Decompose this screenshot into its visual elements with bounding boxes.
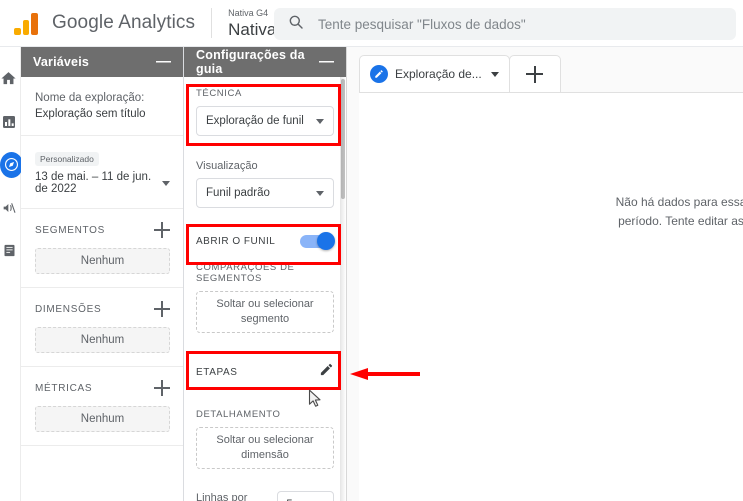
chevron-down-icon bbox=[316, 118, 324, 124]
report-canvas: Não há dados para essa co período. Tente… bbox=[359, 92, 743, 501]
tab-settings-header: Configurações da guia — bbox=[184, 47, 346, 77]
pencil-circle-icon bbox=[370, 65, 388, 83]
chevron-down-icon bbox=[316, 190, 324, 196]
google-analytics-logo-icon bbox=[14, 11, 40, 35]
variables-panel-header: Variáveis — bbox=[21, 47, 183, 77]
dimensions-section: DIMENSÕES Nenhum bbox=[21, 288, 183, 367]
sidebar-item-reports[interactable] bbox=[0, 100, 20, 143]
chevron-down-icon bbox=[162, 180, 170, 186]
tab-settings-panel: Configurações da guia — TÉCNICA Exploraç… bbox=[184, 47, 347, 501]
no-data-line-1: Não há dados para essa co bbox=[615, 195, 743, 209]
advertising-icon bbox=[1, 200, 17, 216]
reports-icon bbox=[1, 114, 17, 130]
tab-settings-title: Configurações da guia bbox=[196, 48, 305, 76]
minimize-variables-button[interactable]: — bbox=[156, 54, 171, 69]
segments-section: SEGMENTOS Nenhum bbox=[21, 209, 183, 288]
tab-settings-body: TÉCNICA Exploração de funil Visualização… bbox=[184, 77, 346, 501]
visualization-value: Funil padrão bbox=[206, 187, 270, 199]
technique-value: Exploração de funil bbox=[206, 115, 304, 127]
add-segment-button[interactable] bbox=[154, 222, 170, 238]
left-nav-rail bbox=[0, 47, 23, 501]
breakdown-section: DETALHAMENTO Soltar ou selecionar dimens… bbox=[184, 397, 346, 479]
rows-per-dimension-label: Linhas por dimensão bbox=[196, 492, 248, 501]
google-analytics-exploration-screen: Google Analytics Nativa G4 Nativa G4 Ten… bbox=[0, 0, 743, 501]
open-funnel-section: ABRIR O FUNIL bbox=[184, 218, 346, 254]
technique-label: TÉCNICA bbox=[196, 88, 242, 99]
exploration-name-value: Exploração sem título bbox=[35, 108, 146, 120]
search-placeholder: Tente pesquisar "Fluxos de dados" bbox=[318, 16, 526, 32]
variables-panel-body: Nome da exploração: Exploração sem títul… bbox=[21, 77, 183, 501]
tab-exploration[interactable]: Exploração de... bbox=[359, 55, 510, 92]
minimize-settings-button[interactable]: — bbox=[319, 54, 334, 69]
add-metric-button[interactable] bbox=[154, 380, 170, 396]
exploration-name-label: Nome da exploração: bbox=[35, 92, 145, 104]
segment-dropzone[interactable]: Soltar ou selecionar segmento bbox=[196, 291, 334, 333]
no-data-line-2: período. Tente editar as va bbox=[618, 214, 743, 228]
open-funnel-toggle[interactable] bbox=[300, 232, 335, 250]
steps-label: ETAPAS bbox=[196, 366, 238, 378]
segment-comparisons-section: COMPARAÇÕES DE SEGMENTOS Soltar ou selec… bbox=[184, 254, 346, 343]
chevron-down-icon[interactable] bbox=[490, 71, 499, 77]
date-range-block[interactable]: Personalizado 13 de mai. – 11 de jun. de… bbox=[21, 136, 183, 209]
brand-title: Google Analytics bbox=[52, 12, 196, 33]
library-icon bbox=[2, 243, 17, 258]
no-data-message: Não há dados para essa co período. Tente… bbox=[544, 193, 743, 231]
pencil-icon[interactable] bbox=[319, 362, 334, 382]
rows-per-dimension-select[interactable]: 5 bbox=[277, 491, 334, 501]
breakdown-label: DETALHAMENTO bbox=[196, 409, 281, 420]
sidebar-item-advertising[interactable] bbox=[0, 186, 20, 229]
sidebar-item-explore[interactable] bbox=[0, 143, 23, 186]
date-range-badge: Personalizado bbox=[35, 152, 99, 166]
exploration-name-block[interactable]: Nome da exploração: Exploração sem títul… bbox=[21, 77, 183, 136]
variables-panel-title: Variáveis bbox=[33, 55, 90, 69]
tab-strip: Exploração de... bbox=[347, 47, 743, 92]
search-bar[interactable]: Tente pesquisar "Fluxos de dados" bbox=[274, 8, 736, 40]
add-tab-button[interactable] bbox=[508, 55, 561, 92]
metrics-empty[interactable]: Nenhum bbox=[35, 406, 170, 432]
mouse-pointer-icon bbox=[308, 389, 321, 407]
metrics-title: MÉTRICAS bbox=[35, 382, 93, 394]
panel-edge-shadow bbox=[340, 77, 346, 501]
explore-icon bbox=[0, 151, 23, 178]
segments-title: SEGMENTOS bbox=[35, 224, 106, 236]
red-arrow-icon bbox=[350, 368, 420, 380]
dimensions-empty[interactable]: Nenhum bbox=[35, 327, 170, 353]
date-range-value: 13 de mai. – 11 de jun. de 2022 bbox=[35, 171, 152, 195]
breakdown-dropzone[interactable]: Soltar ou selecionar dimensão bbox=[196, 427, 334, 469]
toggle-knob bbox=[317, 232, 335, 250]
rows-per-dimension-section: Linhas por dimensão 5 bbox=[184, 479, 346, 501]
segments-empty[interactable]: Nenhum bbox=[35, 248, 170, 274]
technique-section: TÉCNICA Exploração de funil bbox=[184, 77, 346, 146]
open-funnel-label: ABRIR O FUNIL bbox=[196, 235, 276, 247]
visualization-section: Visualização Funil padrão bbox=[184, 146, 346, 218]
top-bar: Google Analytics Nativa G4 Nativa G4 Ten… bbox=[0, 0, 743, 47]
sidebar-item-home[interactable] bbox=[0, 57, 20, 100]
technique-select[interactable]: Exploração de funil bbox=[196, 106, 334, 136]
visualization-select[interactable]: Funil padrão bbox=[196, 178, 334, 208]
main-canvas: Exploração de... Não há dados para essa … bbox=[347, 47, 743, 501]
tab-label: Exploração de... bbox=[395, 67, 482, 81]
search-icon bbox=[288, 14, 304, 35]
dimensions-title: DIMENSÕES bbox=[35, 303, 102, 315]
date-range-value-row[interactable]: 13 de mai. – 11 de jun. de 2022 bbox=[35, 171, 170, 195]
metrics-section: MÉTRICAS Nenhum bbox=[21, 367, 183, 446]
segment-comparisons-label: COMPARAÇÕES DE SEGMENTOS bbox=[196, 262, 295, 284]
home-icon bbox=[0, 70, 17, 87]
divider bbox=[211, 8, 213, 38]
visualization-label: Visualização bbox=[196, 160, 258, 172]
sidebar-item-library[interactable] bbox=[0, 229, 20, 272]
plus-icon bbox=[526, 65, 544, 83]
variables-panel: Variáveis — Nome da exploração: Exploraç… bbox=[21, 47, 184, 501]
add-dimension-button[interactable] bbox=[154, 301, 170, 317]
